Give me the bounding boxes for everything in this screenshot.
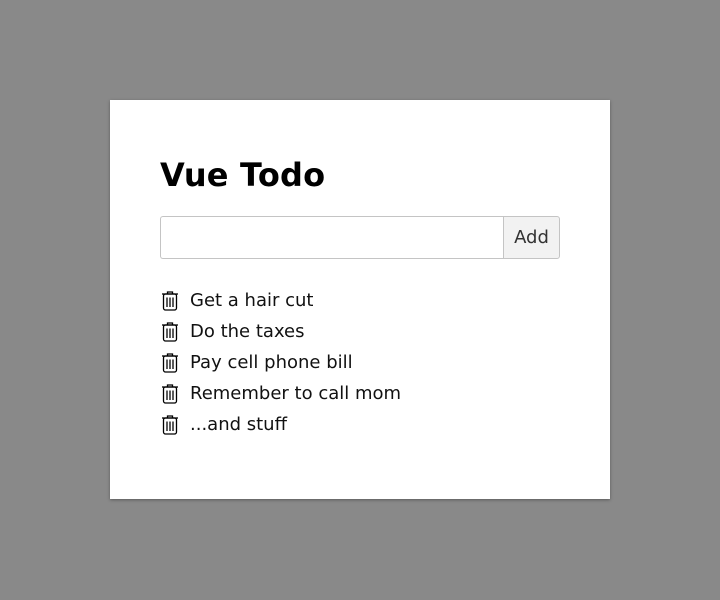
todo-item: Get a hair cut <box>160 285 401 316</box>
trash-icon[interactable] <box>160 352 180 374</box>
trash-icon[interactable] <box>160 321 180 343</box>
todo-list: Get a hair cut Do the taxes Pay cell pho… <box>160 285 401 440</box>
todo-text: Pay cell phone bill <box>190 351 353 373</box>
todo-input[interactable] <box>160 216 503 259</box>
todo-text: Do the taxes <box>190 320 305 342</box>
todo-text: Remember to call mom <box>190 382 402 404</box>
todo-item: ...and stuff <box>160 409 401 440</box>
add-button[interactable]: Add <box>503 216 560 259</box>
todo-item: Pay cell phone bill <box>160 347 401 378</box>
todo-text: ...and stuff <box>190 413 287 435</box>
trash-icon[interactable] <box>160 383 180 405</box>
todo-text: Get a hair cut <box>190 289 314 311</box>
add-todo-form: Add <box>160 216 560 259</box>
todo-item: Do the taxes <box>160 316 401 347</box>
todo-card: Vue Todo Add Get a hair cut Do the taxes… <box>110 100 610 499</box>
app-title: Vue Todo <box>160 156 326 194</box>
trash-icon[interactable] <box>160 290 180 312</box>
trash-icon[interactable] <box>160 414 180 436</box>
todo-item: Remember to call mom <box>160 378 401 409</box>
